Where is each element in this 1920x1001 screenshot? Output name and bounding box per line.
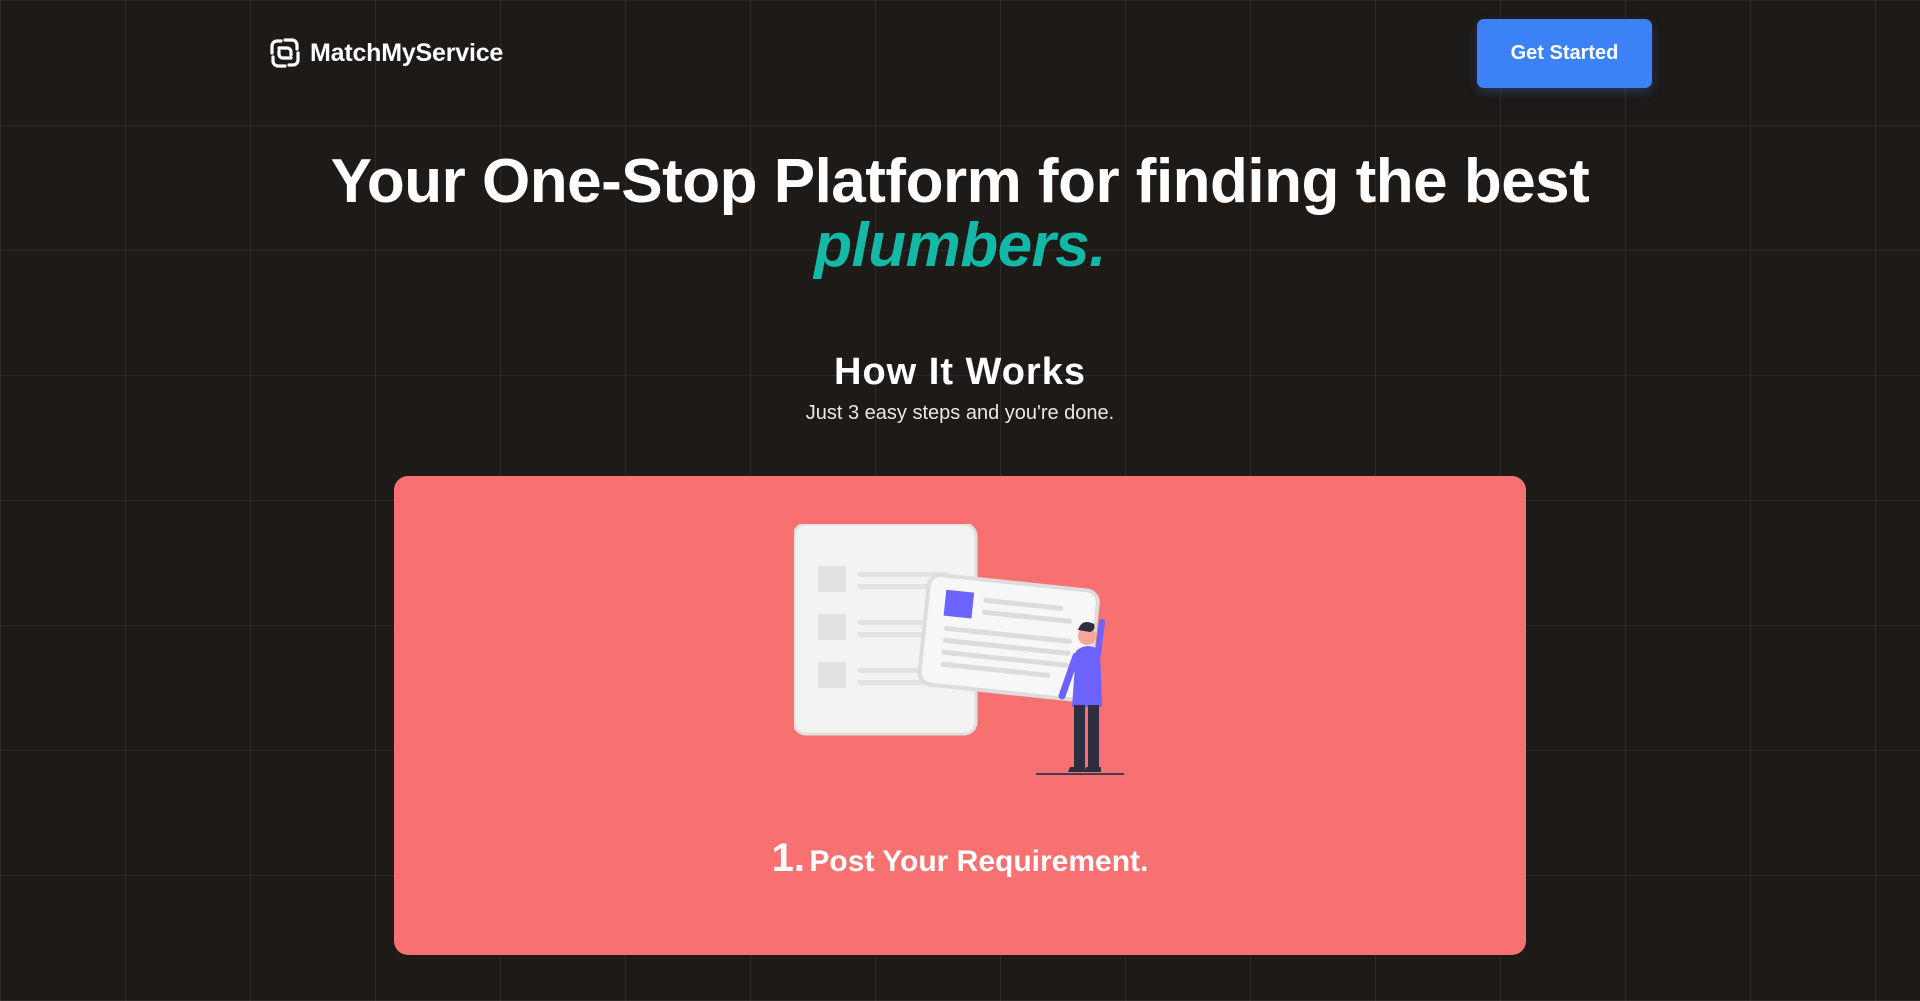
hero-title-text: Your One-Stop Platform for finding the b… xyxy=(330,147,1590,216)
how-it-works-title: How It Works xyxy=(834,351,1086,393)
hero-highlight: plumbers. xyxy=(814,211,1106,280)
hero-section: Your One-Stop Platform for finding the b… xyxy=(0,150,1920,278)
step-number: 1. xyxy=(771,836,805,880)
how-it-works-subtitle: Just 3 easy steps and you're done. xyxy=(805,402,1115,424)
navbar: MatchMyService Get Started xyxy=(0,0,1920,110)
step-text: Post Your Requirement. xyxy=(809,845,1149,878)
get-started-button[interactable]: Get Started xyxy=(1477,19,1652,88)
how-it-works-section: How It Works Just 3 easy steps and you'r… xyxy=(0,346,1920,425)
brand-link[interactable]: MatchMyService xyxy=(268,36,503,70)
step-label: 1. Post Your Requirement. xyxy=(394,836,1526,881)
service-knot-icon xyxy=(270,38,300,68)
step-card: 1. Post Your Requirement. xyxy=(394,476,1526,955)
brand-name: MatchMyService xyxy=(310,38,504,67)
hero-title: Your One-Stop Platform for finding the b… xyxy=(0,150,1920,278)
person-holding-document-illustration xyxy=(794,524,1124,775)
